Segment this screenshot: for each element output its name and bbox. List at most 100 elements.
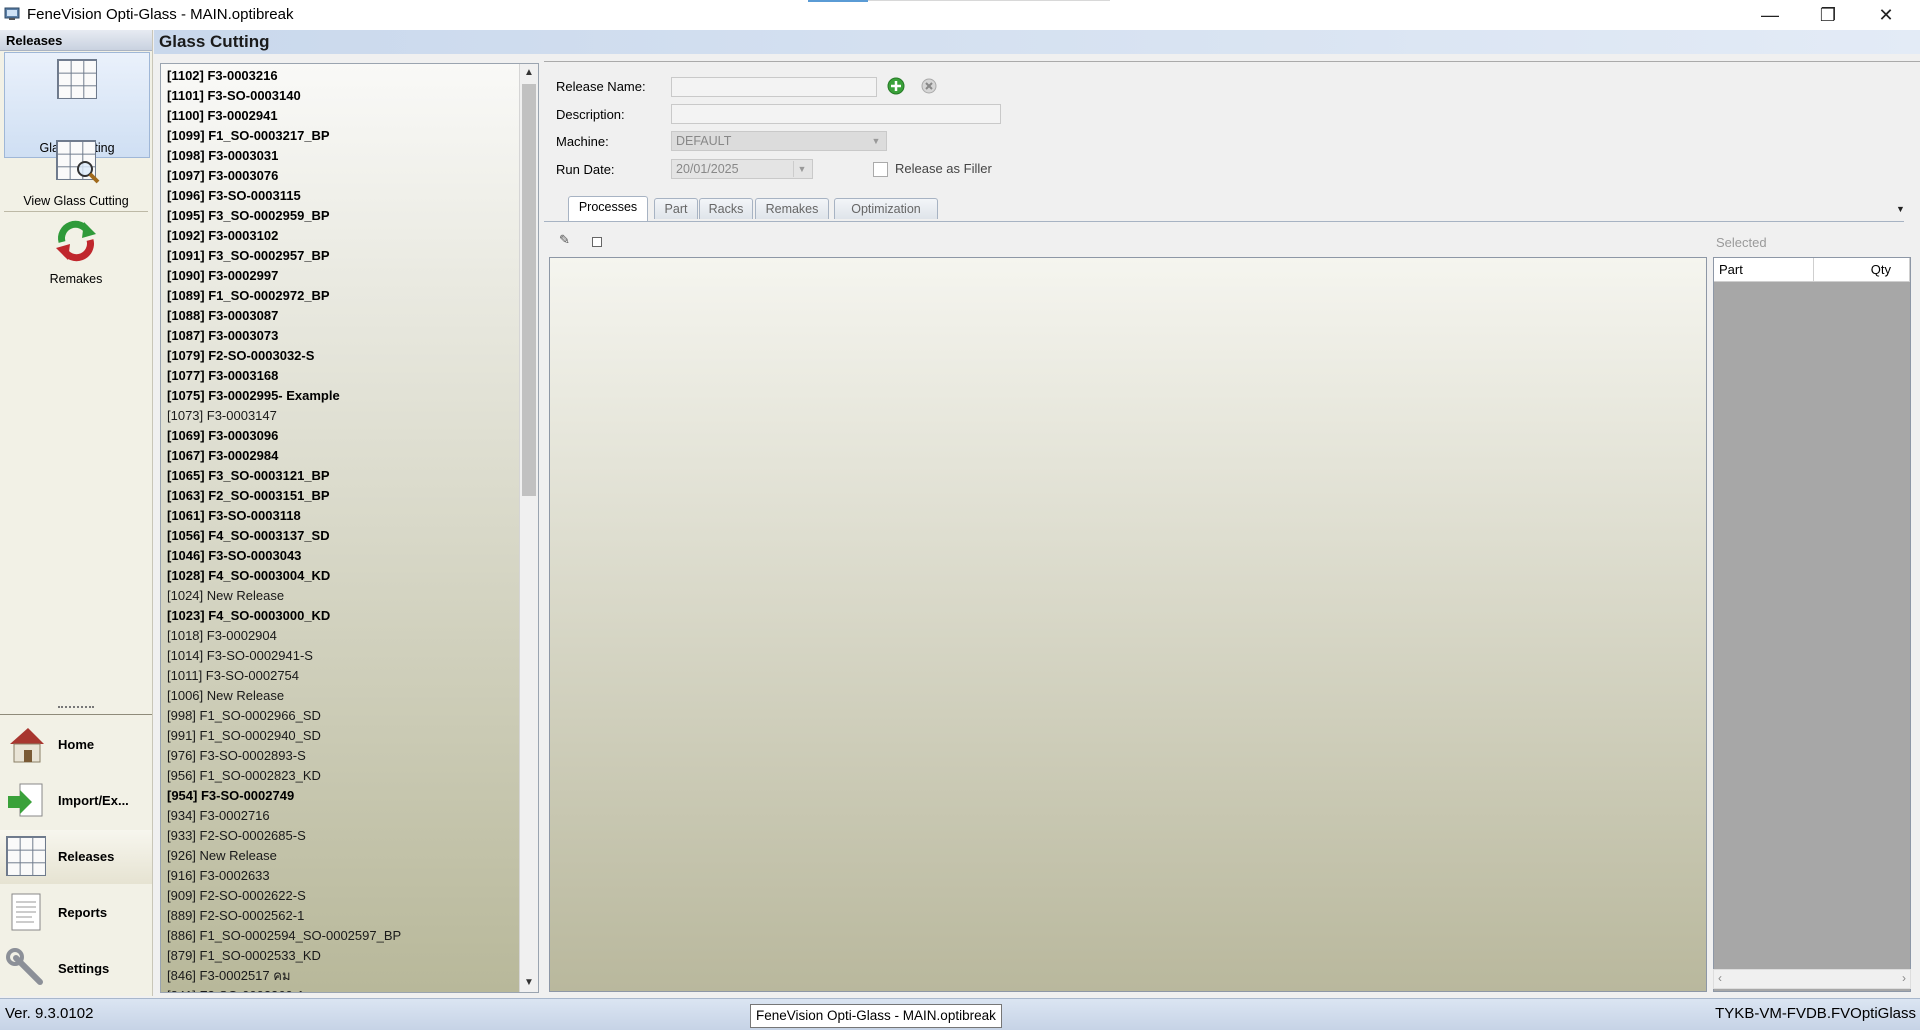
release-as-filler-label: Release as Filler <box>895 161 992 176</box>
column-header-part[interactable]: Part <box>1714 258 1814 282</box>
release-list-item[interactable]: [1097] F3-0003076 <box>167 166 507 186</box>
release-list-item[interactable]: [1061] F3-SO-0003118 <box>167 506 507 526</box>
minimize-button[interactable]: — <box>1741 0 1799 30</box>
release-as-filler-checkbox[interactable] <box>873 162 888 177</box>
report-document-icon <box>11 893 41 931</box>
release-list-item[interactable]: [1024] New Release <box>167 586 507 606</box>
run-date-value: 20/01/2025 <box>676 162 739 176</box>
release-list-item[interactable]: [1098] F3-0003031 <box>167 146 507 166</box>
release-list-item[interactable]: [956] F1_SO-0002823_KD <box>167 766 507 786</box>
nav-button-import-export[interactable]: Import/Ex... <box>0 774 152 828</box>
release-list-item[interactable]: [1065] F3_SO-0003121_BP <box>167 466 507 486</box>
description-label: Description: <box>556 107 625 122</box>
release-name-field[interactable] <box>671 77 877 97</box>
release-list-panel: [1102] F3-0003216 [1101] F3-SO-0003140 [11… <box>160 63 539 993</box>
selected-table-scrollbar[interactable]: ‹ › <box>1713 969 1911 989</box>
magnifier-icon <box>77 161 100 184</box>
nav-button-settings[interactable]: Settings <box>0 942 152 996</box>
release-list-item[interactable]: [1090] F3-0002997 <box>167 266 507 286</box>
close-button[interactable]: ✕ <box>1857 0 1915 30</box>
release-list-item[interactable]: [1063] F2_SO-0003151_BP <box>167 486 507 506</box>
release-list-item[interactable]: [933] F2-SO-0002685-S <box>167 826 507 846</box>
release-list-item[interactable]: [1096] F3-SO-0003115 <box>167 186 507 206</box>
release-list-item[interactable]: [976] F3-SO-0002893-S <box>167 746 507 766</box>
release-list-item[interactable]: [1087] F3-0003073 <box>167 326 507 346</box>
tab-menu-chevron-icon[interactable]: ▼ <box>1896 204 1905 214</box>
release-list-item[interactable]: [1075] F3-0002995- Example <box>167 386 507 406</box>
scroll-right-icon[interactable]: › <box>1902 971 1906 985</box>
release-list-item[interactable]: [1014] F3-SO-0002941-S <box>167 646 507 666</box>
machine-select[interactable]: DEFAULT ▼ <box>671 131 887 151</box>
nav-button-label: Import/Ex... <box>58 793 129 808</box>
release-list-item[interactable]: [1069] F3-0003096 <box>167 426 507 446</box>
release-list-item[interactable]: [909] F2-SO-0002622-S <box>167 886 507 906</box>
description-field[interactable] <box>671 104 1001 124</box>
release-list-item[interactable]: [1011] F3-SO-0002754 <box>167 666 507 686</box>
wrench-icon <box>6 948 43 985</box>
run-date-picker[interactable]: 20/01/2025 ▼ <box>671 159 813 179</box>
nav-item-remakes[interactable]: Remakes <box>4 216 148 296</box>
maximize-button[interactable]: ❐ <box>1799 0 1857 30</box>
release-list-item[interactable]: [1100] F3-0002941 <box>167 106 507 126</box>
release-list-item[interactable]: [1028] F4_SO-0003004_KD <box>167 566 507 586</box>
release-list-item[interactable]: [926] New Release <box>167 846 507 866</box>
version-label: Ver. 9.3.0102 <box>5 1005 94 1022</box>
release-list-item[interactable]: [1099] F1_SO-0003217_BP <box>167 126 507 146</box>
release-list-item[interactable]: [991] F1_SO-0002940_SD <box>167 726 507 746</box>
nav-button-label: Reports <box>58 905 108 920</box>
page-title: Glass Cutting <box>159 32 270 51</box>
release-list-item[interactable]: [1073] F3-0003147 <box>167 406 507 426</box>
release-list-item[interactable]: [889] F2-SO-0002562-1 <box>167 906 507 926</box>
release-list-item[interactable]: [916] F3-0002633 <box>167 866 507 886</box>
edit-check-icon[interactable]: ✎ <box>559 232 570 248</box>
column-header-qty[interactable]: Qty <box>1814 258 1910 282</box>
tab-remakes[interactable]: Remakes <box>755 198 829 219</box>
release-list-item[interactable]: [1023] F4_SO-0003000_KD <box>167 606 507 626</box>
release-list-scrollbar[interactable]: ▲ ▼ <box>519 64 538 992</box>
release-list-item[interactable]: [1018] F3-0002904 <box>167 626 507 646</box>
scroll-up-icon[interactable]: ▲ <box>520 64 538 82</box>
release-list-item[interactable]: [1102] F3-0003216 <box>167 66 507 86</box>
release-list-item[interactable]: [1079] F2-SO-0003032-S <box>167 346 507 366</box>
release-list-item[interactable]: [1101] F3-SO-0003140 <box>167 86 507 106</box>
release-list-item[interactable]: [934] F3-0002716 <box>167 806 507 826</box>
release-list-item[interactable]: [1067] F3-0002984 <box>167 446 507 466</box>
nav-button-reports[interactable]: Reports <box>0 886 152 940</box>
release-list-item[interactable]: [879] F1_SO-0002533_KD <box>167 946 507 966</box>
nav-item-view-glass-cutting[interactable]: View Glass Cutting <box>4 136 148 212</box>
release-list-item[interactable]: [1077] F3-0003168 <box>167 366 507 386</box>
release-list-item[interactable]: [1046] F3-SO-0003043 <box>167 546 507 566</box>
scrollbar-thumb[interactable] <box>522 84 536 496</box>
remakes-arrows-icon <box>56 220 96 262</box>
scroll-down-icon[interactable]: ▼ <box>520 974 538 992</box>
release-list-item[interactable]: [1006] New Release <box>167 686 507 706</box>
release-list-item[interactable]: [1092] F3-0003102 <box>167 226 507 246</box>
release-list-item[interactable]: [954] F3-SO-0002749 <box>167 786 507 806</box>
machine-select-value: DEFAULT <box>676 134 732 148</box>
release-list-item[interactable]: [1088] F3-0003087 <box>167 306 507 326</box>
release-list-item[interactable]: [998] F1_SO-0002966_SD <box>167 706 507 726</box>
delete-icon[interactable] <box>920 77 938 95</box>
release-list-item[interactable]: [1095] F3_SO-0002959_BP <box>167 206 507 226</box>
tab-part[interactable]: Part <box>654 198 698 219</box>
tab-optimization[interactable]: Optimization <box>834 198 938 219</box>
nav-button-label: Settings <box>58 961 110 976</box>
splitter-grip[interactable] <box>58 706 94 712</box>
release-list-item[interactable]: [1091] F3_SO-0002957_BP <box>167 246 507 266</box>
tab-racks[interactable]: Racks <box>699 198 753 219</box>
release-list-item[interactable]: [1056] F4_SO-0003137_SD <box>167 526 507 546</box>
import-export-icon <box>8 783 43 817</box>
release-list-item[interactable]: [846] F3-0002517 คม <box>167 966 507 986</box>
tab-processes[interactable]: Processes <box>568 196 648 221</box>
run-date-label: Run Date: <box>556 162 615 177</box>
nav-button-home[interactable]: Home <box>0 718 152 772</box>
processes-canvas[interactable] <box>549 257 1707 992</box>
release-list-item[interactable]: [886] F1_SO-0002594_SO-0002597_BP <box>167 926 507 946</box>
select-box-icon[interactable] <box>592 237 602 247</box>
release-list-item[interactable]: [841] F2-SO-0002360-1 <box>167 986 507 992</box>
scroll-left-icon[interactable]: ‹ <box>1718 971 1722 985</box>
add-icon[interactable] <box>887 77 905 95</box>
nav-button-releases[interactable]: Releases <box>0 830 152 884</box>
chevron-down-icon: ▼ <box>871 136 881 146</box>
release-list-item[interactable]: [1089] F1_SO-0002972_BP <box>167 286 507 306</box>
